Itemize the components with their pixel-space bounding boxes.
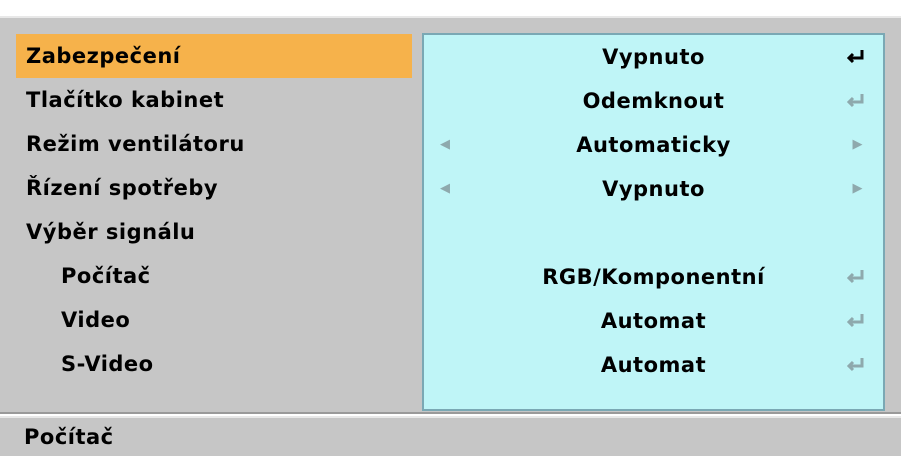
value-row-vyber-signalu — [424, 211, 883, 255]
value-text: Automat — [600, 353, 707, 377]
enter-return-icon[interactable] — [845, 35, 865, 79]
status-bar: Počítač — [0, 416, 901, 456]
value-row-tlacitko-kabinet[interactable]: Odemknout — [424, 79, 883, 123]
status-text: Počítač — [24, 425, 114, 449]
value-row-s-video[interactable]: Automat — [424, 343, 883, 387]
menu-item-vyber-signalu: Výběr signálu — [26, 220, 196, 244]
enter-return-icon[interactable] — [845, 299, 865, 343]
value-row-rizeni-spotreby[interactable]: ◀ Vypnuto ▶ — [424, 167, 883, 211]
menu-item-zabezpeceni[interactable]: Zabezpečení — [16, 34, 412, 78]
value-row-rezim-ventilatoru[interactable]: ◀ Automaticky ▶ — [424, 123, 883, 167]
menu-item-rezim-ventilatoru[interactable]: Režim ventilátoru — [16, 122, 412, 166]
value-text: Odemknout — [582, 89, 725, 113]
menu-values-panel: Vypnuto Odemknout ◀ Automaticky ▶ ◀ Vypn… — [422, 33, 885, 411]
value-text: Vypnuto — [602, 177, 705, 201]
menu-labels-column: Zabezpečení Tlačítko kabinet Režim venti… — [16, 34, 412, 386]
value-row-zabezpeceni[interactable]: Vypnuto — [424, 35, 883, 79]
menu-item-s-video[interactable]: S-Video — [16, 342, 412, 386]
menu-item-tlacitko-kabinet[interactable]: Tlačítko kabinet — [16, 78, 412, 122]
arrow-left-icon[interactable]: ◀ — [440, 123, 451, 167]
value-row-video[interactable]: Automat — [424, 299, 883, 343]
enter-return-icon[interactable] — [845, 343, 865, 387]
value-text: Automaticky — [576, 133, 731, 157]
menu-item-rizeni-spotreby[interactable]: Řízení spotřeby — [16, 166, 412, 210]
arrow-right-icon[interactable]: ▶ — [853, 123, 864, 167]
arrow-right-icon[interactable]: ▶ — [853, 167, 864, 211]
enter-return-icon[interactable] — [845, 255, 865, 299]
value-text: RGB/Komponentní — [542, 265, 765, 289]
value-row-pocitac[interactable]: RGB/Komponentní — [424, 255, 883, 299]
enter-return-icon[interactable] — [845, 79, 865, 123]
value-text: Automat — [600, 309, 707, 333]
menu-item-pocitac[interactable]: Počítač — [16, 254, 412, 298]
value-text: Vypnuto — [602, 45, 705, 69]
settings-menu: Zabezpečení Tlačítko kabinet Režim venti… — [0, 16, 901, 414]
arrow-left-icon[interactable]: ◀ — [440, 167, 451, 211]
menu-item-video[interactable]: Video — [16, 298, 412, 342]
